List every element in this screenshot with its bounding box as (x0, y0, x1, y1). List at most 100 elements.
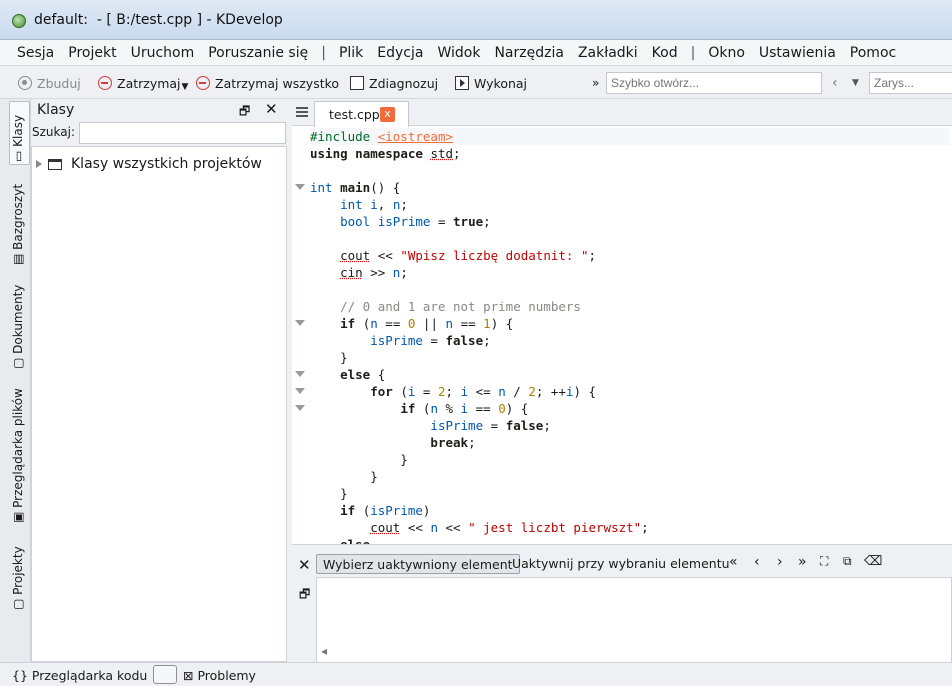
fold-marker-icon[interactable] (295, 320, 305, 326)
tab-dokumenty[interactable]: ▢ Dokumenty (8, 285, 26, 369)
tab-bazgroszyt[interactable]: ▤ Bazgroszyt (8, 183, 26, 265)
tab-test-cpp[interactable]: test.cpp x (314, 101, 409, 127)
code-line[interactable] (310, 162, 950, 179)
fold-marker-icon[interactable] (295, 405, 305, 411)
expand-all-icon[interactable]: ⛶ (820, 554, 828, 569)
tab-przegladarka-plikow[interactable]: ▣ Przeglądarka plików (8, 388, 26, 523)
code-line[interactable]: if (n % i == 0) { (310, 400, 950, 417)
quick-open-input[interactable] (606, 72, 822, 94)
status-toggle-box[interactable] (153, 665, 177, 684)
debug-label: Zdiagnozuj (369, 75, 439, 91)
execute-button[interactable]: Wykonaj (455, 74, 527, 92)
toolbar-overflow-button[interactable]: » (592, 74, 599, 92)
code-line[interactable]: isPrime = false; (310, 332, 950, 349)
menu-sesja[interactable]: Sesja (10, 45, 61, 61)
build-button[interactable]: Zbuduj (18, 74, 81, 92)
code-line[interactable]: int i, n; (310, 196, 950, 213)
first-item-icon[interactable]: « (729, 554, 738, 570)
chevron-down-icon[interactable]: ▼ (182, 82, 189, 92)
problems-toggle[interactable]: ⊠ Problemy (183, 668, 256, 683)
code-line[interactable]: else { (310, 366, 950, 383)
problems-label: Problemy (197, 668, 256, 683)
stop-all-button[interactable]: Zatrzymaj wszystko (196, 74, 339, 92)
class-tree[interactable]: Klasy wszystkich projektów (31, 146, 287, 662)
tab-bazgroszyt-label: ▤ Bazgroszyt (11, 183, 25, 265)
outline-input[interactable] (869, 72, 952, 94)
code-line[interactable]: cin >> n; (310, 264, 950, 281)
scroll-left-icon[interactable]: ◂ (321, 644, 327, 658)
menu-separator: | (321, 44, 326, 61)
tab-klasy-label: ▭ Klasy (11, 114, 25, 162)
folder-icon (48, 158, 62, 170)
class-search-input[interactable] (79, 122, 286, 144)
menu-zakladki[interactable]: Zakładki (571, 45, 645, 61)
menu-pomoc[interactable]: Pomoc (843, 45, 903, 61)
last-item-icon[interactable]: » (798, 554, 807, 570)
code-line[interactable]: using namespace std; (310, 145, 950, 162)
expand-arrow-icon[interactable] (36, 160, 42, 168)
fold-marker-icon[interactable] (295, 371, 305, 377)
code-line[interactable]: #include <iostream> (310, 128, 950, 145)
code-line[interactable]: } (310, 451, 950, 468)
activate-on-select-button[interactable]: Uaktywnij przy wybraniu elementu (506, 554, 736, 574)
stop-button[interactable]: Zatrzymaj ▼ (98, 74, 188, 92)
stop-label: Zatrzymaj (117, 75, 181, 91)
stop-icon (98, 76, 112, 90)
close-tab-icon[interactable]: x (380, 107, 395, 122)
code-line[interactable]: for (i = 2; i <= n / 2; ++i) { (310, 383, 950, 400)
chevron-left-icon[interactable]: ‹ (832, 74, 838, 92)
menu-widok[interactable]: Widok (430, 45, 487, 61)
menu-ustawienia[interactable]: Ustawienia (752, 45, 843, 61)
problems-icon: ⊠ (183, 668, 198, 683)
code-line[interactable] (310, 230, 950, 247)
fold-marker-icon[interactable] (295, 184, 305, 190)
code-line[interactable]: // 0 and 1 are not prime numbers (310, 298, 950, 315)
menu-uruchom[interactable]: Uruchom (124, 45, 202, 61)
code-line[interactable]: } (310, 468, 950, 485)
code-line[interactable]: if (isPrime) (310, 502, 950, 519)
code-line[interactable]: } (310, 485, 950, 502)
code-line[interactable]: isPrime = false; (310, 417, 950, 434)
menu-projekt[interactable]: Projekt (61, 45, 123, 61)
code-line[interactable]: break; (310, 434, 950, 451)
next-item-icon[interactable]: › (777, 554, 783, 570)
menu-bar: Sesja Projekt Uruchom Poruszanie się | P… (0, 40, 952, 66)
tab-projekty[interactable]: ▢ Projekty (8, 544, 26, 610)
menu-plik[interactable]: Plik (332, 45, 370, 61)
close-icon[interactable]: ✕ (298, 556, 311, 574)
menu-okno[interactable]: Okno (701, 45, 752, 61)
previous-item-icon[interactable]: ‹ (754, 554, 760, 570)
menu-kod[interactable]: Kod (645, 45, 685, 61)
select-active-element-button[interactable]: Wybierz uaktywniony element (316, 554, 520, 574)
code-line[interactable]: if (n == 0 || n == 1) { (310, 315, 950, 332)
close-icon[interactable]: ✕ (265, 100, 278, 118)
kdevelop-app-icon (12, 14, 26, 28)
tree-item-all-projects[interactable]: Klasy wszystkich projektów (36, 156, 262, 172)
menu-edycja[interactable]: Edycja (370, 45, 430, 61)
debug-button[interactable]: Zdiagnozuj (350, 74, 438, 92)
float-window-icon[interactable]: 🗗 (239, 102, 250, 123)
code-line[interactable]: cout << "Wpisz liczbę dodatnit: "; (310, 247, 950, 264)
classes-panel-header: Klasy 🗗 ✕ (31, 99, 287, 121)
float-window-icon[interactable]: 🗗 (299, 585, 310, 606)
clear-icon[interactable]: ⌫ (864, 554, 882, 569)
code-line[interactable]: bool isPrime = true; (310, 213, 950, 230)
document-list-icon[interactable] (296, 107, 308, 119)
chevron-down-icon[interactable]: ▼ (852, 74, 859, 92)
copy-icon[interactable]: ⧉ (843, 554, 852, 569)
fold-marker-icon[interactable] (295, 388, 305, 394)
output-view[interactable]: ◂ (316, 577, 952, 663)
classes-panel: Klasy 🗗 ✕ Szukaj: Klasy wszystkich proje… (31, 99, 287, 662)
menu-narzedzia[interactable]: Narzędzia (487, 45, 570, 61)
code-line[interactable]: int main() { (310, 179, 950, 196)
menu-poruszanie-sie[interactable]: Poruszanie się (201, 45, 315, 61)
code-browser-toggle[interactable]: {} Przeglądarka kodu (12, 668, 147, 683)
classes-panel-title: Klasy (37, 102, 75, 118)
code-line[interactable] (310, 281, 950, 298)
code-line[interactable]: else (310, 536, 950, 544)
code-line[interactable]: } (310, 349, 950, 366)
code-editor[interactable]: #include <iostream> using namespace std; … (310, 128, 950, 544)
code-line[interactable]: cout << n << " jest liczbt pierwszt"; (310, 519, 950, 536)
window-title: default: - [ B:/test.cpp ] - KDevelop (34, 12, 283, 28)
tab-klasy[interactable]: ▭ Klasy (9, 101, 30, 165)
